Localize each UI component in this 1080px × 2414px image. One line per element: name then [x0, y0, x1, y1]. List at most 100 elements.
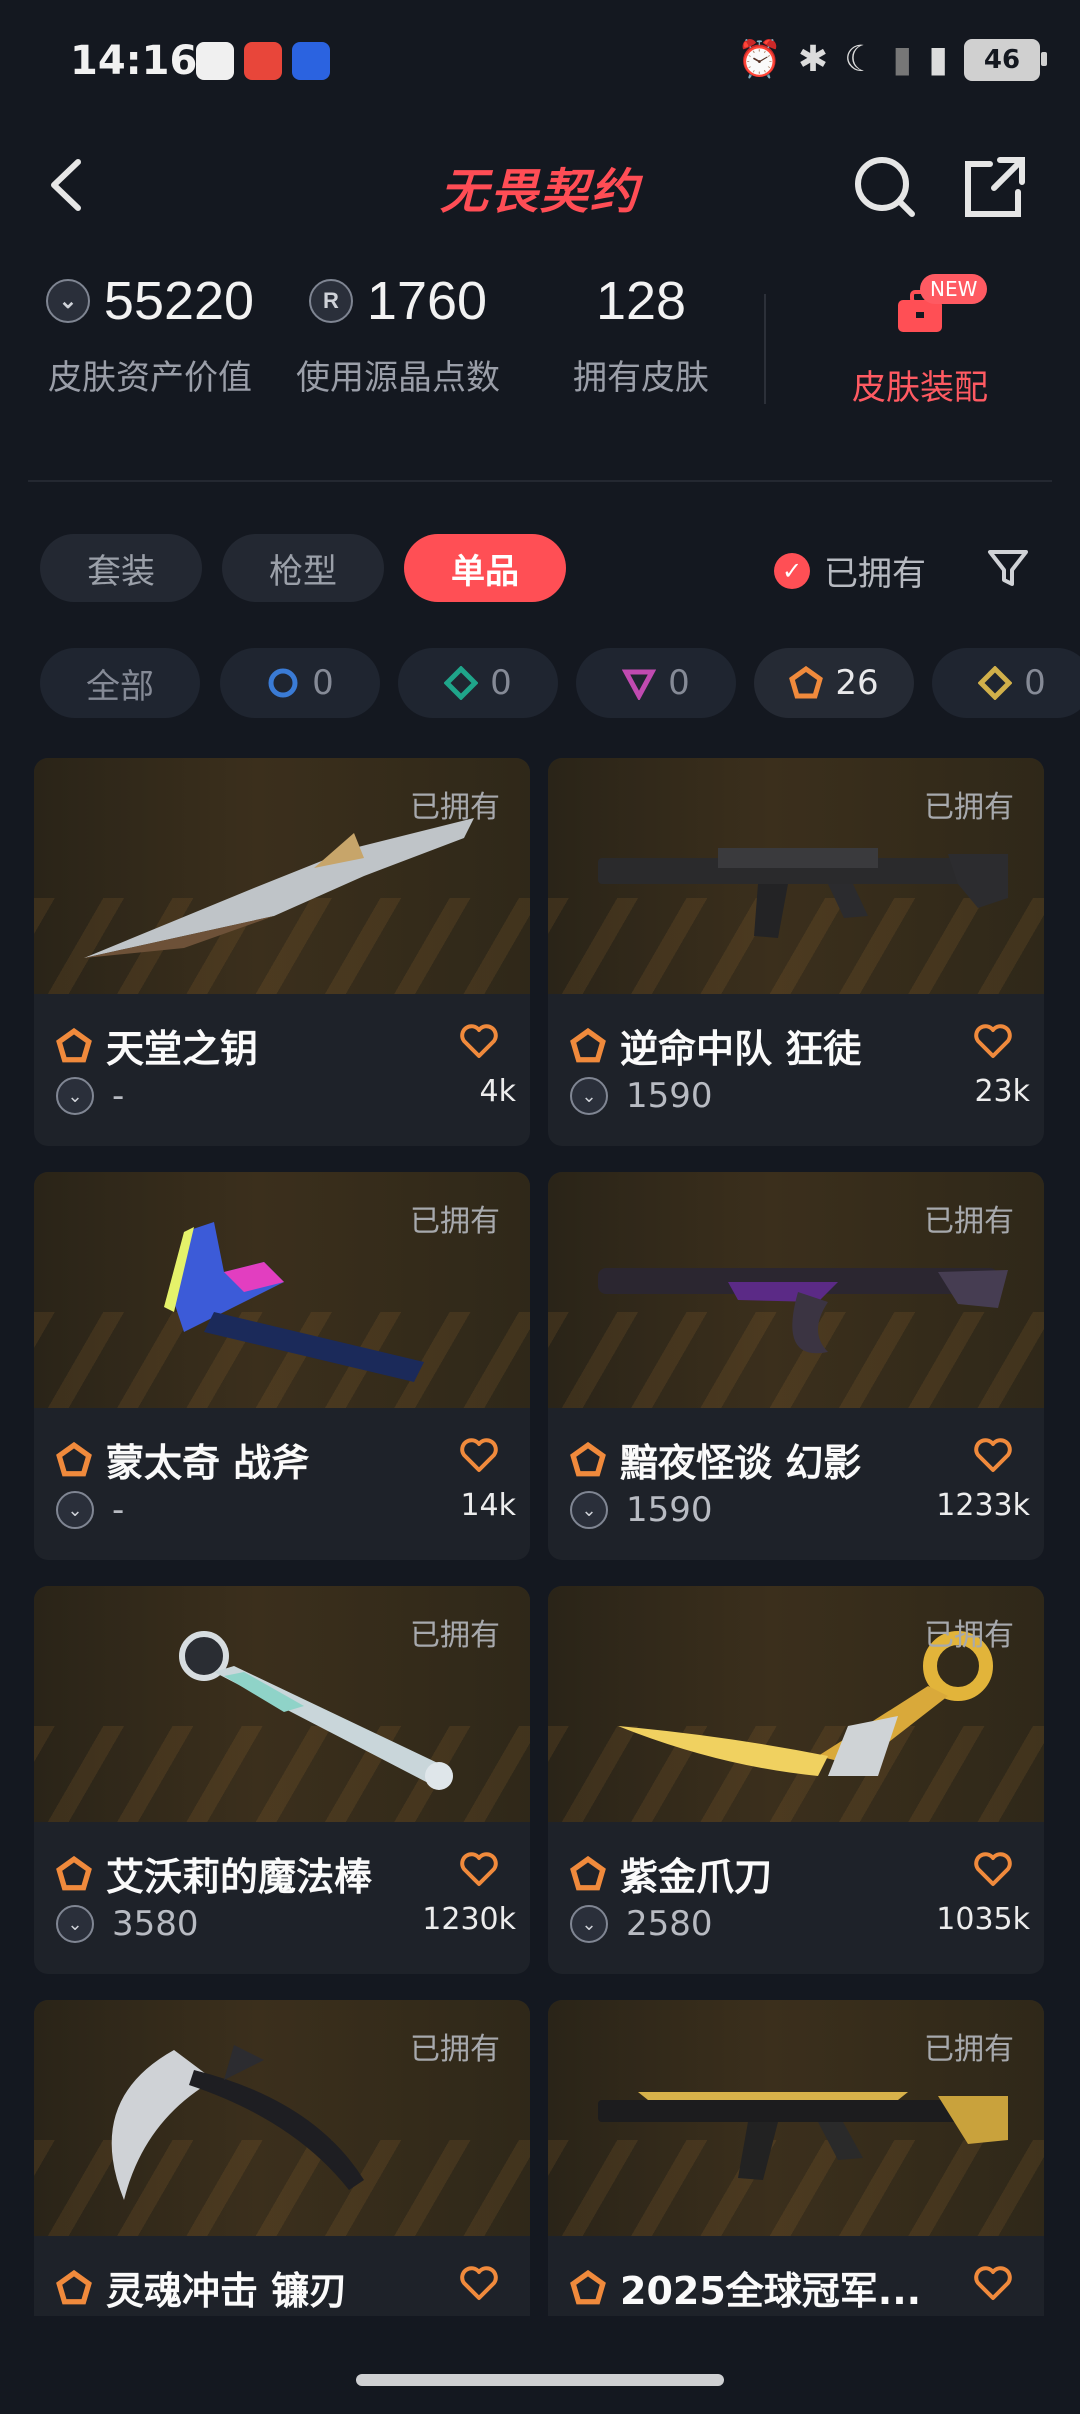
owned-label: 已拥有 — [924, 2032, 1014, 2067]
like-count: 23k — [974, 1074, 1030, 1109]
skin-title: 2025全球冠军... — [570, 2260, 921, 2315]
search-icon[interactable] — [850, 152, 920, 222]
skin-name: 逆命中队 狂徒 — [620, 1027, 862, 1071]
heart-icon[interactable] — [458, 2262, 500, 2304]
status-time: 14:16 — [70, 38, 198, 84]
skin-loadout-button[interactable]: NEW 皮肤装配 — [790, 270, 1050, 409]
stat-label: 拥有皮肤 — [573, 358, 709, 398]
heart-icon[interactable] — [458, 1434, 500, 1476]
stat-label: 使用源晶点数 — [296, 358, 500, 398]
vp-coin-icon: ⌄ — [56, 1905, 94, 1943]
rarity-chip-premium[interactable]: 0 — [576, 648, 736, 718]
like-count: 1233k — [936, 1488, 1030, 1523]
stat-asset-value: ⌄ 55220 皮肤资产价值 — [40, 270, 260, 399]
status-bar: 14:16 ⏰ ✱ ☾ ▮ ▮ 46 — [0, 0, 1080, 130]
rarity-chip-deluxe[interactable]: 0 — [398, 648, 558, 718]
owned-label: 已拥有 — [924, 790, 1014, 825]
skin-loadout-label: 皮肤装配 — [852, 368, 988, 408]
bottom-nav-area — [0, 2316, 1080, 2414]
skin-title: 黯夜怪谈 幻影 — [570, 1432, 861, 1487]
skin-title: 灵魂冲击 镰刃 — [56, 2260, 347, 2315]
skin-title: 逆命中队 狂徒 — [570, 1018, 861, 1073]
rarity-chip-exclusive[interactable]: 26 — [754, 648, 914, 718]
filter-icon[interactable] — [984, 544, 1032, 592]
skin-title: 蒙太奇 战斧 — [56, 1432, 309, 1487]
select-tier-icon — [268, 668, 298, 698]
tab-single-item[interactable]: 单品 — [404, 534, 566, 602]
exclusive-tier-icon — [56, 1027, 92, 1062]
price-value: 2580 — [626, 1904, 713, 1944]
skin-name: 2025全球冠军... — [620, 2269, 922, 2313]
signal-5g-icon: ▮ — [928, 39, 948, 80]
skin-card[interactable]: 已拥有 黯夜怪谈 幻影 ⌄ 1590 1233k — [548, 1172, 1044, 1560]
deluxe-tier-icon — [444, 666, 479, 700]
heart-icon[interactable] — [972, 2262, 1014, 2304]
skin-price: ⌄ 2580 — [570, 1904, 713, 1944]
heart-icon[interactable] — [458, 1848, 500, 1890]
exclusive-tier-icon — [56, 2269, 92, 2304]
rarity-filter-row: 全部 0 0 0 26 0 — [40, 648, 1080, 718]
qq-icon — [196, 42, 234, 80]
exclusive-tier-icon — [570, 1027, 606, 1062]
app-notification-icon — [292, 42, 330, 80]
home-indicator[interactable] — [356, 2374, 724, 2386]
stat-owned-skins: 128 拥有皮肤 — [536, 270, 746, 399]
tab-weapon-type[interactable]: 枪型 — [222, 534, 384, 602]
divider — [28, 480, 1052, 482]
price-value: 1590 — [626, 1490, 713, 1530]
heart-icon[interactable] — [972, 1020, 1014, 1062]
app-header: 无畏契约 — [0, 130, 1080, 240]
owned-label: 已拥有 — [410, 1204, 500, 1239]
skin-title: 艾沃莉的魔法棒 — [56, 1846, 372, 1901]
vp-coin-icon: ⌄ — [570, 1491, 608, 1529]
premium-tier-icon — [622, 669, 657, 700]
signal-icon: ▮ — [892, 39, 913, 80]
skin-price: ⌄ 1590 — [570, 1076, 713, 1116]
exclusive-tier-icon — [570, 2269, 606, 2304]
battery-level: 46 — [983, 45, 1021, 75]
owned-label: 已拥有 — [924, 1618, 1014, 1653]
battery-icon: 46 — [964, 39, 1047, 81]
chip-count: 0 — [490, 663, 512, 703]
skin-card[interactable]: 已拥有 艾沃莉的魔法棒 ⌄ 3580 1230k — [34, 1586, 530, 1974]
stat-value: 1760 — [366, 271, 488, 331]
tab-bundle[interactable]: 套装 — [40, 534, 202, 602]
heart-icon[interactable] — [458, 1020, 500, 1062]
skin-name: 艾沃莉的魔法棒 — [106, 1855, 373, 1899]
skin-name: 黯夜怪谈 幻影 — [620, 1441, 862, 1485]
heart-icon[interactable] — [972, 1848, 1014, 1890]
status-icons: ⏰ ✱ ☾ ▮ ▮ 46 — [737, 38, 1047, 82]
alarm-icon: ⏰ — [737, 39, 782, 80]
price-value: - — [112, 1490, 125, 1530]
rarity-chip-all[interactable]: 全部 — [40, 648, 200, 718]
heart-icon[interactable] — [972, 1434, 1014, 1476]
rarity-chip-select[interactable]: 0 — [220, 648, 380, 718]
chip-count: 26 — [835, 663, 879, 703]
stat-radianite: R 1760 使用源晶点数 — [288, 270, 508, 399]
stat-value: 55220 — [103, 271, 255, 331]
price-value: - — [112, 1076, 125, 1116]
share-icon[interactable] — [960, 152, 1030, 222]
owned-label: 已拥有 — [410, 2032, 500, 2067]
skin-price: ⌄ 3580 — [56, 1904, 199, 1944]
radianite-icon: R — [308, 279, 353, 323]
skin-card[interactable]: 已拥有 天堂之钥 ⌄ - 4k — [34, 758, 530, 1146]
bluetooth-icon: ✱ — [797, 39, 829, 80]
exclusive-tier-icon — [570, 1441, 606, 1476]
skin-price: ⌄ - — [56, 1076, 124, 1116]
like-count: 4k — [479, 1074, 516, 1109]
exclusive-tier-icon — [56, 1441, 92, 1476]
skin-card[interactable]: 已拥有 紫金爪刀 ⌄ 2580 1035k — [548, 1586, 1044, 1974]
app-notification-icon — [244, 42, 282, 80]
skin-card[interactable]: 已拥有 逆命中队 狂徒 ⌄ 1590 23k — [548, 758, 1044, 1146]
exclusive-tier-icon — [570, 1855, 606, 1890]
skin-name: 紫金爪刀 — [620, 1855, 773, 1899]
skin-title: 紫金爪刀 — [570, 1846, 772, 1901]
check-icon: ✓ — [774, 552, 810, 589]
rarity-chip-ultra[interactable]: 0 — [932, 648, 1080, 718]
chip-count: 0 — [1024, 663, 1046, 703]
owned-filter-toggle[interactable]: ✓ 已拥有 — [774, 546, 926, 595]
like-count: 1230k — [422, 1902, 516, 1937]
skin-card[interactable]: 已拥有 蒙太奇 战斧 ⌄ - 14k — [34, 1172, 530, 1560]
vp-coin-icon: ⌄ — [570, 1905, 608, 1943]
